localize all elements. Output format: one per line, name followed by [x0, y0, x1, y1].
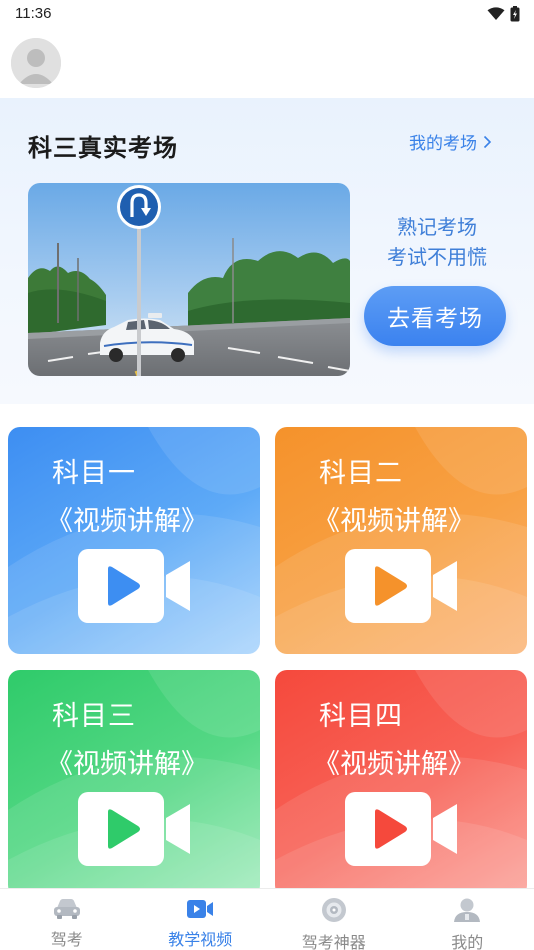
subject-subtitle: 《视频讲解》 [313, 506, 475, 537]
go-to-exam-button[interactable]: 去看考场 [364, 286, 506, 346]
video-play-icon [345, 792, 457, 866]
exam-title: 科三真实考场 [28, 134, 178, 162]
nav-item-teaching-video[interactable]: 教学视频 [134, 889, 268, 950]
subject-subtitle: 《视频讲解》 [46, 749, 208, 780]
nav-label: 教学视频 [168, 930, 233, 949]
video-play-icon [78, 549, 190, 623]
subject-card-3[interactable]: 科目三 《视频讲解》 [8, 670, 260, 897]
video-play-icon [78, 792, 190, 866]
subject-card-4[interactable]: 科目四 《视频讲解》 [275, 670, 527, 897]
chevron-right-icon [483, 135, 492, 148]
nav-item-profile[interactable]: 我的 [401, 889, 534, 950]
video-play-icon [345, 549, 457, 623]
subject-card-1[interactable]: 科目一 《视频讲解》 [8, 427, 260, 654]
top-header [0, 28, 534, 98]
subject-title: 科目一 [52, 458, 136, 489]
bottom-nav: 驾考 教学视频 驾考神器 我的 [0, 888, 534, 950]
subject-title: 科目二 [319, 458, 403, 489]
compass-icon [320, 897, 348, 923]
status-icons [487, 6, 520, 22]
slogan-line-1: 熟记考场 [397, 215, 477, 239]
profile-icon [453, 897, 481, 923]
wifi-icon [487, 7, 505, 20]
avatar[interactable] [11, 38, 61, 88]
nav-item-driving-test[interactable]: 驾考 [0, 889, 134, 950]
subject-subtitle: 《视频讲解》 [46, 506, 208, 537]
subject-subtitle: 《视频讲解》 [313, 749, 475, 780]
my-exam-link[interactable]: 我的考场 [409, 129, 492, 154]
nav-label: 驾考 [50, 930, 83, 949]
subject-card-2[interactable]: 科目二 《视频讲解》 [275, 427, 527, 654]
status-bar: 11:36 [0, 0, 534, 28]
exam-route-photo[interactable] [28, 183, 350, 376]
subject-title: 科目四 [319, 701, 403, 732]
car-icon [53, 897, 81, 920]
nav-item-exam-tools[interactable]: 驾考神器 [267, 889, 401, 950]
default-avatar-icon [11, 38, 61, 88]
video-camera-icon [186, 897, 214, 920]
subject-title: 科目三 [52, 701, 136, 732]
exam-slogan: 熟记考场 考试不用慌 [362, 212, 512, 272]
my-exam-label: 我的考场 [409, 134, 477, 154]
slogan-line-2: 考试不用慌 [387, 245, 487, 269]
nav-label: 我的 [451, 933, 484, 950]
exam-section: 科三真实考场 我的考场 熟记考场 考试不用慌 去看考场 [0, 98, 534, 404]
road-scene-image [28, 183, 350, 376]
status-time: 11:36 [15, 5, 52, 22]
battery-icon [510, 6, 520, 22]
nav-label: 驾考神器 [301, 933, 366, 950]
